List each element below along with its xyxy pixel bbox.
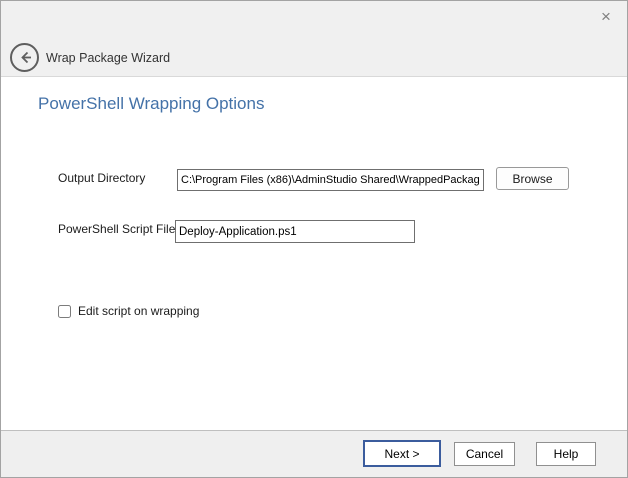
edit-script-checkbox-row[interactable]: Edit script on wrapping xyxy=(58,304,199,318)
script-file-label: PowerShell Script File xyxy=(58,222,175,236)
next-button[interactable]: Next > xyxy=(363,440,441,467)
close-button[interactable]: × xyxy=(593,5,619,29)
output-directory-input[interactable] xyxy=(177,169,484,191)
script-file-input[interactable] xyxy=(175,220,415,243)
back-button[interactable] xyxy=(10,43,39,72)
output-directory-label: Output Directory xyxy=(58,171,145,185)
cancel-button[interactable]: Cancel xyxy=(454,442,515,466)
back-arrow-icon xyxy=(15,48,34,67)
edit-script-checkbox[interactable] xyxy=(58,305,71,318)
wrap-package-wizard-dialog: × Wrap Package Wizard PowerShell Wrappin… xyxy=(0,0,628,478)
help-button[interactable]: Help xyxy=(536,442,596,466)
edit-script-checkbox-label: Edit script on wrapping xyxy=(78,304,199,318)
close-icon: × xyxy=(601,7,611,26)
dialog-header: × Wrap Package Wizard xyxy=(1,1,627,77)
page-title: PowerShell Wrapping Options xyxy=(38,94,264,114)
browse-button[interactable]: Browse xyxy=(496,167,569,190)
dialog-footer: Next > Cancel Help xyxy=(1,430,627,477)
wizard-title: Wrap Package Wizard xyxy=(46,51,170,65)
